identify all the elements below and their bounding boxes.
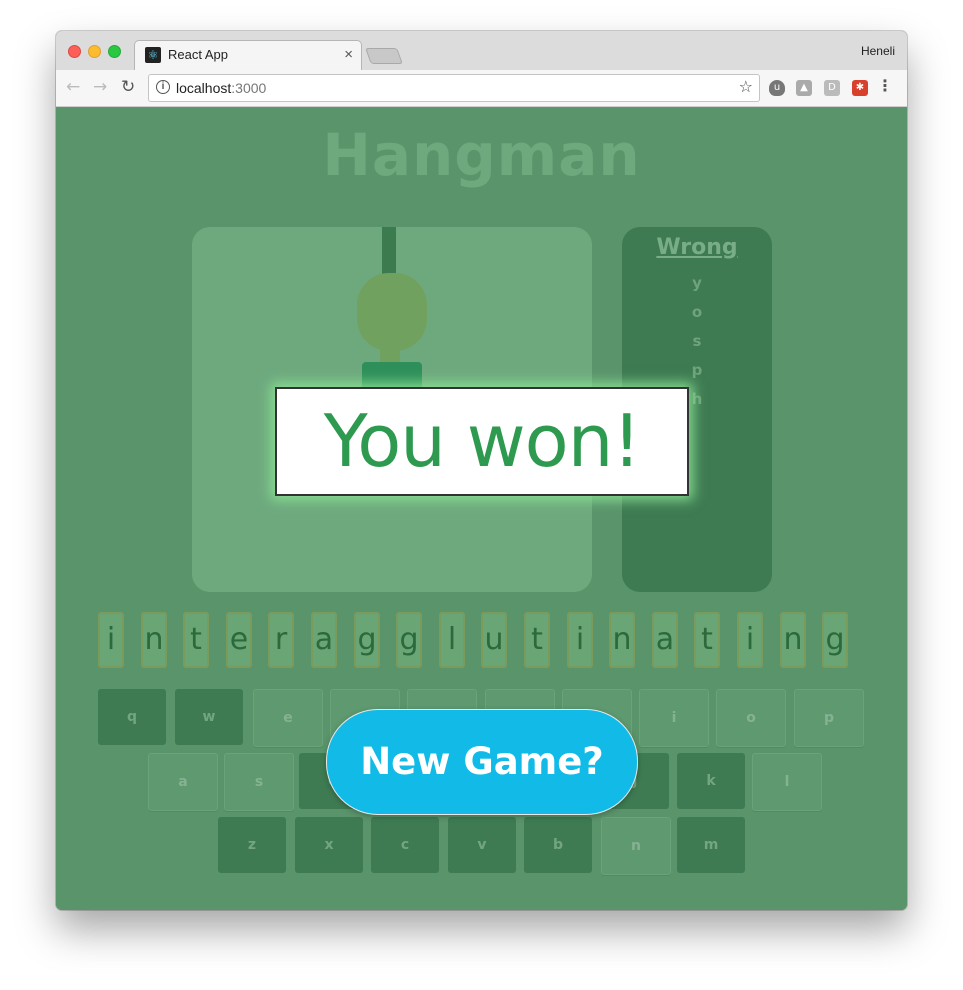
bookmark-star-icon[interactable]: ☆	[739, 77, 753, 96]
keyboard-row-3: zxcvbnm	[56, 817, 907, 875]
word-letter-box: t	[694, 612, 720, 668]
word-letter-box: n	[141, 612, 167, 668]
key-z[interactable]: z	[218, 817, 286, 873]
tab-bar: ⚛ React App × Heneli	[56, 31, 907, 72]
wrong-letter: y	[692, 274, 702, 292]
key-o[interactable]: o	[716, 689, 786, 747]
word-letter-box: g	[396, 612, 422, 668]
key-e[interactable]: e	[253, 689, 323, 747]
word-letter-box: l	[439, 612, 465, 668]
reload-icon[interactable]: ↻	[121, 77, 135, 97]
close-window-button[interactable]	[68, 45, 81, 58]
word-letter-box: a	[652, 612, 678, 668]
key-v[interactable]: v	[448, 817, 516, 873]
wrong-letter: o	[691, 303, 703, 321]
maximize-window-button[interactable]	[108, 45, 121, 58]
result-modal: You won!	[275, 387, 689, 496]
wrong-title: Wrong	[656, 235, 738, 260]
key-w[interactable]: w	[175, 689, 243, 745]
wrong-letter: p	[691, 361, 703, 379]
url-text: localhost:3000	[176, 80, 266, 96]
hangman-head	[357, 273, 427, 351]
word-letter-box: r	[268, 612, 294, 668]
word-letter-box: a	[311, 612, 337, 668]
close-tab-icon[interactable]: ×	[344, 46, 353, 63]
new-tab-button[interactable]	[365, 48, 403, 64]
url-port: :3000	[231, 80, 267, 96]
word-letter-box: i	[567, 612, 593, 668]
word-letter-box: n	[780, 612, 806, 668]
word-letter-box: n	[609, 612, 635, 668]
key-x[interactable]: x	[295, 817, 363, 873]
url-host: localhost	[176, 80, 232, 96]
menu-icon[interactable]: ⋮	[877, 76, 893, 95]
tab-react-app[interactable]: ⚛ React App ×	[134, 40, 362, 72]
word-letter-box: i	[98, 612, 124, 668]
drive-extension-icon[interactable]: ▲	[796, 80, 812, 96]
address-bar[interactable]: i localhost:3000 ☆	[148, 74, 760, 102]
back-icon[interactable]: ←	[66, 77, 80, 97]
key-l[interactable]: l	[752, 753, 822, 811]
key-b[interactable]: b	[524, 817, 592, 873]
key-k[interactable]: k	[677, 753, 745, 809]
key-q[interactable]: q	[98, 689, 166, 745]
react-icon: ⚛	[145, 47, 161, 63]
word-letter-box: g	[354, 612, 380, 668]
key-c[interactable]: c	[371, 817, 439, 873]
key-n[interactable]: n	[601, 817, 671, 875]
forward-icon[interactable]: →	[93, 77, 107, 97]
word-letter-box: u	[481, 612, 507, 668]
word-letter-box: i	[737, 612, 763, 668]
word-letters: interagglutinating	[98, 612, 868, 668]
key-a[interactable]: a	[148, 753, 218, 811]
hangman-app: Hangman Wrong yosph interagglutinating q…	[56, 107, 907, 910]
word-letter-box: t	[183, 612, 209, 668]
profile-name[interactable]: Heneli	[861, 44, 895, 58]
browser-window: ⚛ React App × Heneli ← → ↻ i localhost:3…	[56, 31, 907, 910]
word-letter-box: g	[822, 612, 848, 668]
hangman-neck	[380, 347, 400, 363]
result-message: You won!	[323, 399, 641, 483]
bug-extension-icon[interactable]: ✱	[852, 80, 868, 96]
word-letter-box: e	[226, 612, 252, 668]
info-icon[interactable]: i	[156, 80, 170, 94]
browser-toolbar: ← → ↻ i localhost:3000 ☆ u ▲ D ✱ ⋮	[56, 70, 907, 107]
key-p[interactable]: p	[794, 689, 864, 747]
minimize-window-button[interactable]	[88, 45, 101, 58]
tab-title: React App	[168, 47, 228, 62]
page-title: Hangman	[322, 121, 641, 189]
word-letter-box: t	[524, 612, 550, 668]
dsp-extension-icon[interactable]: D	[824, 80, 840, 96]
new-game-button[interactable]: New Game?	[326, 709, 638, 815]
ublock-extension-icon[interactable]: u	[769, 80, 785, 96]
key-i[interactable]: i	[639, 689, 709, 747]
key-m[interactable]: m	[677, 817, 745, 873]
wrong-letter: s	[692, 332, 702, 350]
key-s[interactable]: s	[224, 753, 294, 811]
